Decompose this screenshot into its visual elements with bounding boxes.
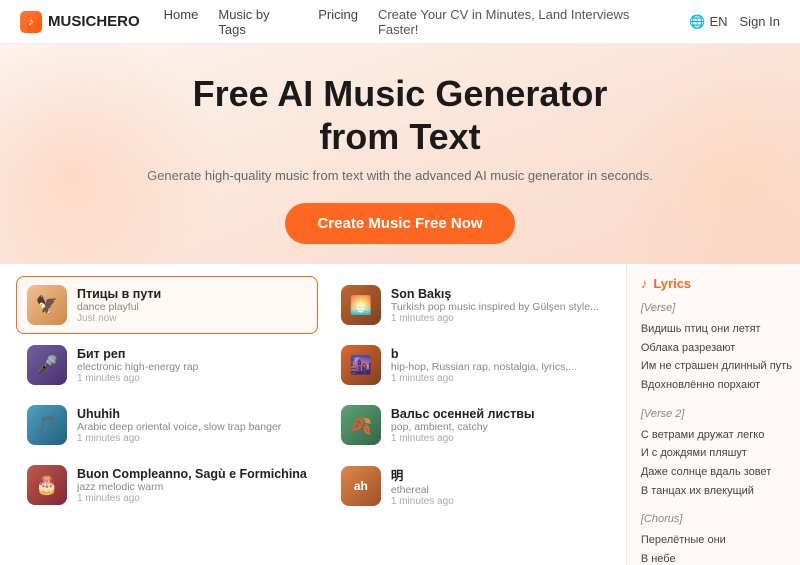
music-info-ah: 明 ethereal 1 minutes ago	[391, 465, 599, 507]
nav-pricing[interactable]: Pricing	[318, 7, 358, 37]
lyrics-line-c1: Перелётные они	[641, 531, 800, 550]
music-item-uhuhih[interactable]: 🎵 Uhuhih Arabic deep oriental voice, slo…	[16, 396, 318, 454]
logo-icon: ♪	[20, 11, 42, 33]
lyrics-label-chorus: [Chorus]	[641, 510, 800, 529]
lyrics-line-v1-4: Вдохновлённо порхают	[641, 376, 800, 395]
music-item-rap[interactable]: 🎤 Бит реп electronic high-energy rap 1 m…	[16, 336, 318, 394]
music-tags-uhuhih: Arabic deep oriental voice, slow trap ba…	[77, 421, 307, 433]
thumb-ah: ah	[341, 466, 381, 506]
music-info-son: Son Bakış Turkish pop music inspired by …	[391, 287, 599, 324]
music-tags-son: Turkish pop music inspired by Gülşen sty…	[391, 301, 599, 313]
nav-music-by-tags[interactable]: Music by Tags	[218, 7, 298, 37]
thumb-uhuhih: 🎵	[27, 405, 67, 445]
navbar: ♪ MUSICHERO Home Music by Tags Pricing C…	[0, 0, 800, 44]
hero-title-line1: Free AI Music Generator	[193, 73, 608, 114]
music-title-son: Son Bakış	[391, 287, 599, 301]
lyrics-line-v1-1: Видишь птиц они летят	[641, 320, 800, 339]
lyrics-line-v2-3: Даже солнце вдаль зовет	[641, 463, 800, 482]
music-info-waltz: Вальс осенней листвы pop, ambient, catch…	[391, 407, 599, 444]
lyrics-label-verse2: [Verse 2]	[641, 405, 800, 424]
music-item-b[interactable]: 🌆 b hip-hop, Russian rap, nostalgia, lyr…	[330, 336, 610, 394]
music-title-rap: Бит реп	[77, 347, 307, 361]
nav-links: Home Music by Tags Pricing Create Your C…	[164, 7, 666, 37]
music-info-uhuhih: Uhuhih Arabic deep oriental voice, slow …	[77, 407, 307, 444]
list-columns: 🦅 Птицы в пути dance playful Just now 🎤 …	[16, 276, 610, 516]
music-title-buon: Buon Compleanno, Sagù e Formichina	[77, 467, 307, 481]
music-title-b: b	[391, 347, 599, 361]
music-info-rap: Бит реп electronic high-energy rap 1 min…	[77, 347, 307, 384]
cta-button[interactable]: Create Music Free Now	[285, 203, 514, 244]
thumb-birds: 🦅	[27, 285, 67, 325]
music-item-son[interactable]: 🌅 Son Bakış Turkish pop music inspired b…	[330, 276, 610, 334]
nav-cv-promo[interactable]: Create Your CV in Minutes, Land Intervie…	[378, 7, 665, 37]
music-item-buon[interactable]: 🎂 Buon Compleanno, Sagù e Formichina jaz…	[16, 456, 318, 514]
thumb-waltz: 🍂	[341, 405, 381, 445]
lyrics-section-chorus: [Chorus] Перелётные они В небе В мире пт…	[641, 510, 800, 565]
music-time-b: 1 minutes ago	[391, 373, 599, 384]
hero-subtitle: Generate high-quality music from text wi…	[20, 168, 780, 183]
lyrics-line-c2: В небе	[641, 550, 800, 565]
music-info-birds: Птицы в пути dance playful Just now	[77, 287, 307, 324]
music-info-b: b hip-hop, Russian rap, nostalgia, lyric…	[391, 347, 599, 384]
logo-text: MUSICHERO	[48, 13, 140, 30]
music-time-rap: 1 minutes ago	[77, 373, 307, 384]
music-info-buon: Buon Compleanno, Sagù e Formichina jazz …	[77, 467, 307, 504]
hero-title-line2: from Text	[319, 116, 480, 157]
music-list: 🦅 Птицы в пути dance playful Just now 🎤 …	[0, 264, 626, 565]
lyrics-title: Lyrics	[653, 276, 691, 291]
lyrics-line-v2-1: С ветрами дружат легко	[641, 426, 800, 445]
music-time-ah: 1 minutes ago	[391, 496, 599, 507]
music-tags-b: hip-hop, Russian rap, nostalgia, lyrics,…	[391, 361, 599, 373]
music-tags-ah: ethereal	[391, 484, 599, 496]
lyrics-panel: ♪ Lyrics [Verse] Видишь птиц они летят О…	[626, 264, 800, 565]
logo[interactable]: ♪ MUSICHERO	[20, 11, 140, 33]
nav-home[interactable]: Home	[164, 7, 199, 37]
lyrics-line-v1-2: Облака разрезают	[641, 339, 800, 358]
thumb-son: 🌅	[341, 285, 381, 325]
content-area: 🦅 Птицы в пути dance playful Just now 🎤 …	[0, 264, 800, 565]
thumb-b: 🌆	[341, 345, 381, 385]
music-item-ah[interactable]: ah 明 ethereal 1 minutes ago	[330, 456, 610, 516]
lyrics-label-verse1: [Verse]	[641, 299, 800, 318]
language-selector[interactable]: 🌐 EN	[689, 14, 727, 30]
music-tags-rap: electronic high-energy rap	[77, 361, 307, 373]
lyrics-line-v1-3: Им не страшен длинный путь	[641, 357, 800, 376]
lyrics-header: ♪ Lyrics	[641, 276, 800, 291]
music-tags-waltz: pop, ambient, catchy	[391, 421, 599, 433]
music-time-birds: Just now	[77, 313, 307, 324]
music-col-2: 🌅 Son Bakış Turkish pop music inspired b…	[330, 276, 610, 516]
music-title-birds: Птицы в пути	[77, 287, 307, 301]
music-item-birds[interactable]: 🦅 Птицы в пути dance playful Just now	[16, 276, 318, 334]
music-time-waltz: 1 minutes ago	[391, 433, 599, 444]
lyrics-section-verse1: [Verse] Видишь птиц они летят Облака раз…	[641, 299, 800, 394]
globe-icon: 🌐	[689, 14, 705, 30]
thumb-rap: 🎤	[27, 345, 67, 385]
lyrics-section-verse2: [Verse 2] С ветрами дружат легко И с дож…	[641, 405, 800, 500]
hero-section: Free AI Music Generator from Text Genera…	[0, 44, 800, 264]
music-time-buon: 1 minutes ago	[77, 493, 307, 504]
lyrics-line-v2-4: В танцах их влекущий	[641, 482, 800, 501]
hero-title: Free AI Music Generator from Text	[20, 72, 780, 158]
music-col-1: 🦅 Птицы в пути dance playful Just now 🎤 …	[16, 276, 318, 516]
music-title-waltz: Вальс осенней листвы	[391, 407, 599, 421]
music-time-son: 1 minutes ago	[391, 313, 599, 324]
music-tags-buon: jazz melodic warm	[77, 481, 307, 493]
music-note-icon: ♪	[641, 276, 648, 291]
music-item-waltz[interactable]: 🍂 Вальс осенней листвы pop, ambient, cat…	[330, 396, 610, 454]
music-title-uhuhih: Uhuhih	[77, 407, 307, 421]
lang-label: EN	[709, 14, 727, 29]
thumb-buon: 🎂	[27, 465, 67, 505]
music-tags-birds: dance playful	[77, 301, 307, 313]
lyrics-content: [Verse] Видишь птиц они летят Облака раз…	[641, 299, 800, 565]
music-time-uhuhih: 1 minutes ago	[77, 433, 307, 444]
signin-button[interactable]: Sign In	[740, 14, 780, 29]
nav-right: 🌐 EN Sign In	[689, 14, 780, 30]
music-title-ah: 明	[391, 465, 599, 484]
lyrics-line-v2-2: И с дождями пляшут	[641, 444, 800, 463]
